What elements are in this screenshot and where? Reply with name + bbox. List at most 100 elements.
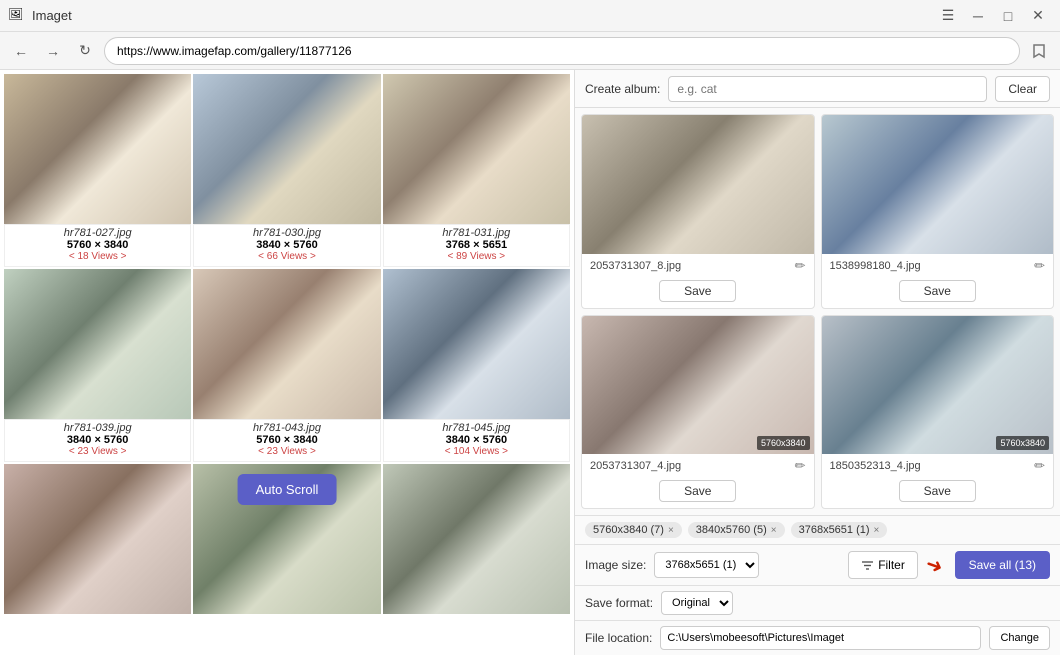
image-dimensions: 3768 × 5651 (388, 239, 565, 251)
tag-3840x5760[interactable]: 3840x5760 (5) × (688, 522, 785, 538)
image-card: 1538998180_4.jpg ✏ Save (821, 114, 1055, 309)
edit-filename-button[interactable]: ✏ (795, 258, 806, 274)
tag-label: 5760x3840 (7) (593, 524, 664, 536)
image-views[interactable]: < 66 Views > (198, 251, 375, 262)
list-item[interactable]: hr781-027.jpg 5760 × 3840 < 18 Views > (4, 74, 191, 267)
image-card: 5760x3840 1850352313_4.jpg ✏ Save (821, 315, 1055, 510)
image-filename: hr781-030.jpg (198, 227, 375, 239)
save-format-row: Save format: Original JPEG PNG WEBP (575, 585, 1060, 620)
save-image-button[interactable]: Save (899, 480, 976, 502)
edit-filename-button[interactable]: ✏ (795, 458, 806, 474)
images-area: 2053731307_8.jpg ✏ Save 1538998180_4.jpg… (575, 108, 1060, 515)
change-location-button[interactable]: Change (989, 626, 1050, 650)
save-format-label: Save format: (585, 596, 653, 610)
clear-button[interactable]: Clear (995, 76, 1050, 102)
image-dimensions: 5760 × 3840 (198, 434, 375, 446)
list-item[interactable]: hr781-043.jpg 5760 × 3840 < 23 Views > (193, 269, 380, 462)
gallery-image[interactable] (383, 74, 570, 224)
save-format-select[interactable]: Original JPEG PNG WEBP (661, 591, 733, 615)
list-item[interactable] (383, 464, 570, 614)
image-filename: hr781-043.jpg (198, 422, 375, 434)
app-title: Imaget (32, 8, 934, 23)
edit-filename-button[interactable]: ✏ (1034, 258, 1045, 274)
auto-scroll-button[interactable]: Auto Scroll (238, 474, 337, 505)
card-image (582, 115, 814, 254)
image-filename: hr781-027.jpg (9, 227, 186, 239)
window-controls: ☰ ─ □ ✕ (934, 2, 1052, 30)
app-icon: 🖼 (8, 7, 26, 25)
tag-label: 3840x5760 (5) (696, 524, 767, 536)
card-filename: 2053731307_4.jpg (590, 460, 681, 472)
image-views[interactable]: < 18 Views > (9, 251, 186, 262)
hamburger-menu-button[interactable]: ☰ (934, 2, 962, 30)
refresh-button[interactable]: ↻ (72, 38, 98, 64)
tag-5760x3840[interactable]: 5760x3840 (7) × (585, 522, 682, 538)
back-button[interactable]: ← (8, 38, 34, 64)
file-location-input[interactable] (660, 626, 981, 650)
gallery-image[interactable] (383, 464, 570, 614)
card-image: 5760x3840 (822, 316, 1054, 455)
close-button[interactable]: ✕ (1024, 2, 1052, 30)
image-views[interactable]: < 23 Views > (9, 446, 186, 457)
list-item[interactable]: hr781-039.jpg 3840 × 5760 < 23 Views > (4, 269, 191, 462)
dimension-badge: 5760x3840 (996, 436, 1049, 450)
save-image-button[interactable]: Save (899, 280, 976, 302)
image-views[interactable]: < 23 Views > (198, 446, 375, 457)
right-panel: Create album: Clear 2053731307_8.jpg ✏ S… (575, 70, 1060, 655)
tags-row: 5760x3840 (7) × 3840x5760 (5) × 3768x565… (575, 515, 1060, 544)
gallery-image[interactable] (4, 74, 191, 224)
dimension-badge: 5760x3840 (757, 436, 810, 450)
card-filename: 2053731307_8.jpg (590, 260, 681, 272)
album-bar: Create album: Clear (575, 70, 1060, 108)
image-size-label: Image size: (585, 558, 646, 572)
album-input[interactable] (668, 76, 987, 102)
card-image: 5760x3840 (582, 316, 814, 455)
tag-3768x5651[interactable]: 3768x5651 (1) × (791, 522, 888, 538)
image-dimensions: 3840 × 5760 (198, 239, 375, 251)
save-all-button[interactable]: Save all (13) (955, 551, 1050, 579)
filter-label: Filter (878, 558, 905, 572)
image-card: 2053731307_8.jpg ✏ Save (581, 114, 815, 309)
album-label: Create album: (585, 82, 660, 96)
save-image-button[interactable]: Save (659, 280, 736, 302)
image-dimensions: 3840 × 5760 (9, 434, 186, 446)
image-filename: hr781-031.jpg (388, 227, 565, 239)
browser-bar: ← → ↻ (0, 32, 1060, 70)
main-content: hr781-027.jpg 5760 × 3840 < 18 Views > h… (0, 70, 1060, 655)
file-location-row: File location: Change (575, 620, 1060, 655)
url-input[interactable] (104, 37, 1020, 65)
save-image-button[interactable]: Save (659, 480, 736, 502)
card-filename: 1850352313_4.jpg (830, 460, 921, 472)
gallery-image[interactable] (383, 269, 570, 419)
gallery-grid: hr781-027.jpg 5760 × 3840 < 18 Views > h… (0, 70, 574, 618)
minimize-button[interactable]: ─ (964, 2, 992, 30)
bookmark-button[interactable] (1026, 38, 1052, 64)
file-location-label: File location: (585, 631, 652, 645)
arrow-annotation: ➜ (926, 553, 947, 578)
list-item[interactable]: hr781-045.jpg 3840 × 5760 < 104 Views > (383, 269, 570, 462)
arrow-icon: ➜ (922, 550, 946, 579)
filter-button[interactable]: Filter (848, 551, 918, 579)
gallery-image[interactable] (4, 464, 191, 614)
gallery-image[interactable] (193, 269, 380, 419)
tag-remove-icon[interactable]: × (874, 525, 880, 536)
maximize-button[interactable]: □ (994, 2, 1022, 30)
edit-filename-button[interactable]: ✏ (1034, 458, 1045, 474)
image-dimensions: 5760 × 3840 (9, 239, 186, 251)
image-views[interactable]: < 104 Views > (388, 446, 565, 457)
tag-label: 3768x5651 (1) (799, 524, 870, 536)
controls-row: Image size: 3768x5651 (1) 5760x3840 (7) … (575, 544, 1060, 585)
gallery-image[interactable] (193, 74, 380, 224)
forward-button[interactable]: → (40, 38, 66, 64)
tag-remove-icon[interactable]: × (668, 525, 674, 536)
list-item[interactable]: hr781-030.jpg 3840 × 5760 < 66 Views > (193, 74, 380, 267)
gallery-image[interactable] (4, 269, 191, 419)
image-size-select[interactable]: 3768x5651 (1) 5760x3840 (7) 3840x5760 (5… (654, 552, 759, 578)
image-views[interactable]: < 89 Views > (388, 251, 565, 262)
list-item[interactable]: hr781-031.jpg 3768 × 5651 < 89 Views > (383, 74, 570, 267)
image-dimensions: 3840 × 5760 (388, 434, 565, 446)
gallery-panel[interactable]: hr781-027.jpg 5760 × 3840 < 18 Views > h… (0, 70, 575, 655)
tag-remove-icon[interactable]: × (771, 525, 777, 536)
card-image (822, 115, 1054, 254)
list-item[interactable] (4, 464, 191, 614)
